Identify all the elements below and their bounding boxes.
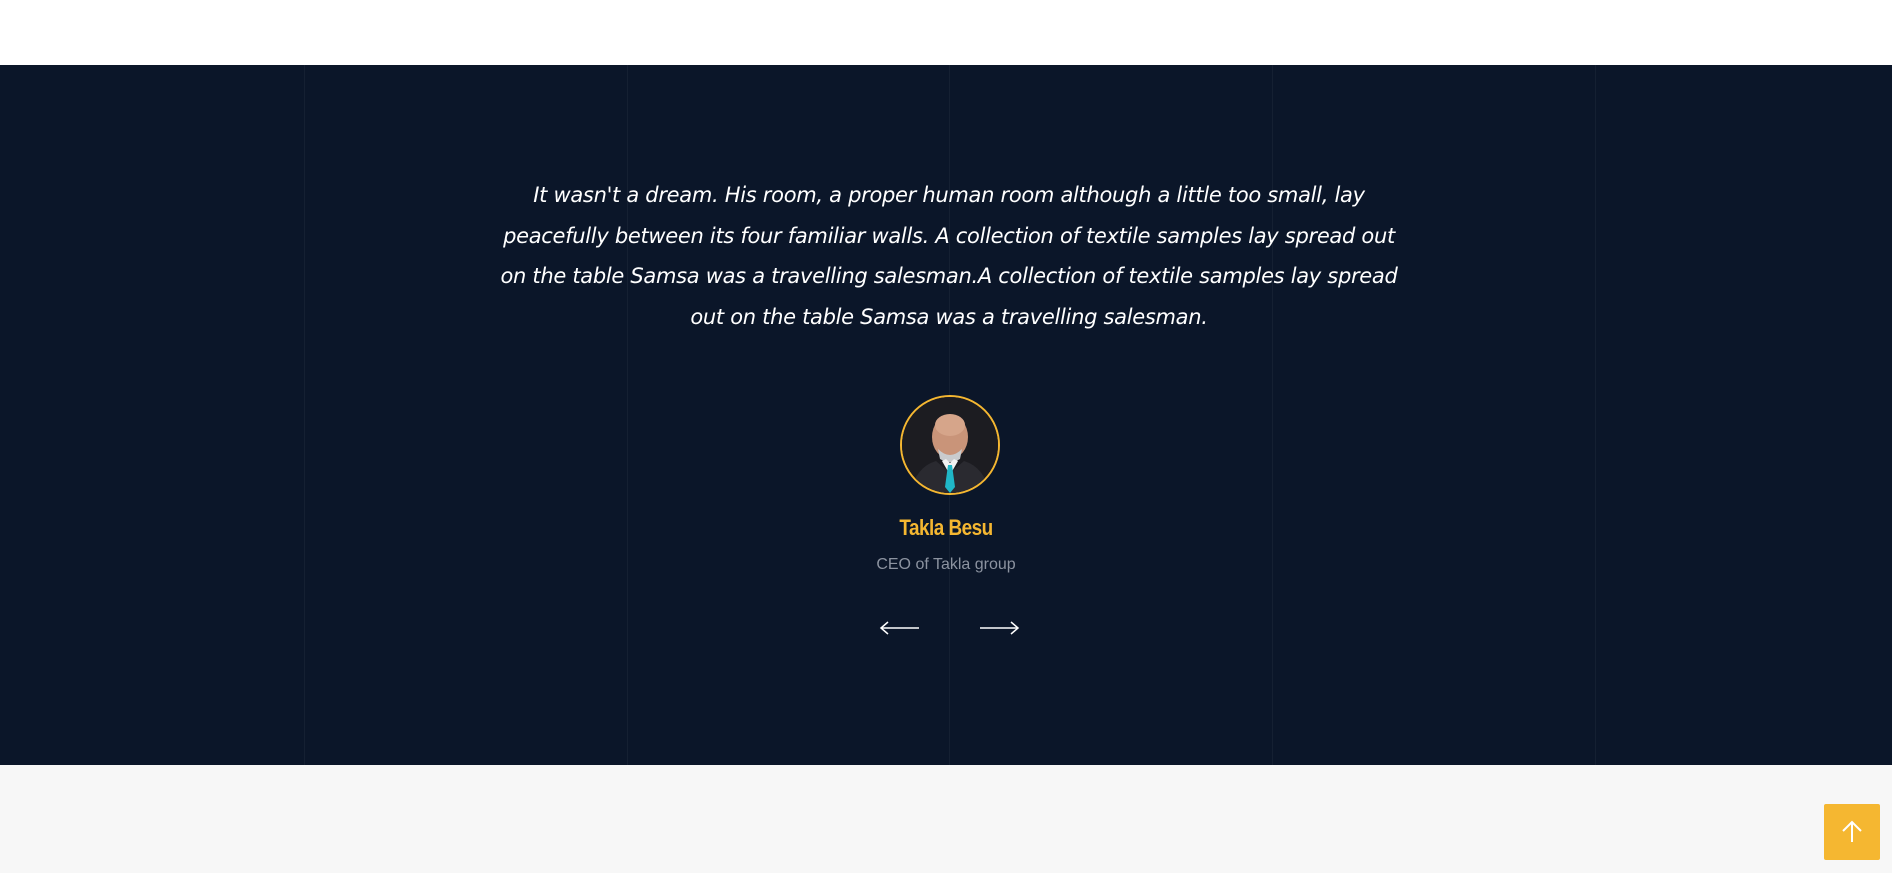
author-role: CEO of Takla group	[876, 556, 1016, 573]
grid-line	[1595, 65, 1596, 765]
quote-line: It wasn't a dream. His room, a proper hu…	[533, 183, 1365, 207]
grid-line	[1272, 65, 1273, 765]
arrow-up-icon	[1842, 820, 1862, 842]
prev-testimonial-button[interactable]	[879, 618, 921, 638]
quote-line: peacefully between its four familiar wal…	[503, 223, 1395, 248]
author-avatar	[900, 395, 1000, 495]
author-photo	[902, 397, 998, 493]
next-section	[0, 765, 1892, 873]
arrow-right-icon	[980, 621, 1020, 635]
next-testimonial-button[interactable]	[978, 618, 1020, 638]
page: It wasn't a dream. His room, a proper hu…	[0, 0, 1892, 873]
quote-line: on the table Samsa was a travelling sale…	[500, 264, 1398, 288]
arrow-left-icon	[879, 621, 919, 635]
testimonial-quote: It wasn't a dream. His room, a proper hu…	[476, 175, 1422, 337]
author-name: Takla Besu	[899, 515, 993, 540]
top-strip	[0, 0, 1892, 65]
testimonial-section: It wasn't a dream. His room, a proper hu…	[0, 65, 1892, 765]
back-to-top-button[interactable]	[1824, 804, 1880, 860]
quote-line: out on the table Samsa was a travelling …	[690, 304, 1208, 329]
grid-line	[627, 65, 628, 765]
grid-line	[304, 65, 305, 765]
